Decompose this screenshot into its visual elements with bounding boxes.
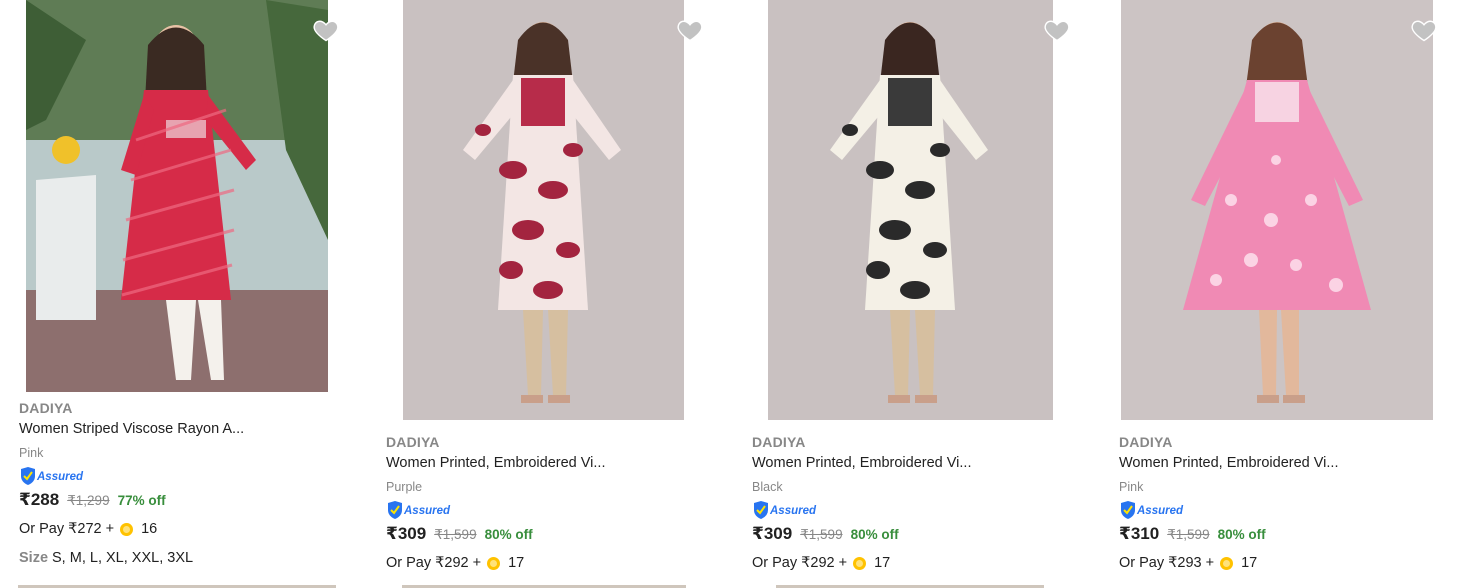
assured-shield-icon: Assured <box>21 467 84 485</box>
assured-label: Assured <box>1136 505 1184 517</box>
product-title[interactable]: Women Printed, Embroidered Vi... <box>386 452 722 474</box>
assured-label: Assured <box>769 505 817 517</box>
supercoin-icon <box>1220 556 1234 570</box>
wishlist-heart-icon[interactable] <box>1043 16 1071 44</box>
mrp-price: ₹1,299 <box>67 493 110 508</box>
assured-shield-icon: Assured <box>1121 501 1184 519</box>
selling-price: ₹288 <box>19 490 60 509</box>
product-title[interactable]: Women Printed, Embroidered Vi... <box>752 452 1088 474</box>
price-row: ₹309 ₹1,599 80% off <box>752 524 1088 548</box>
coin-count: 17 <box>1241 555 1258 571</box>
price-row: ₹288 ₹1,299 77% off <box>19 490 356 514</box>
brand-name: DADIYA <box>1119 434 1173 450</box>
brand-name: DADIYA <box>19 400 73 416</box>
product-grid: DADIYA Women Striped Viscose Rayon A... … <box>0 0 1463 588</box>
selling-price: ₹309 <box>752 524 793 543</box>
product-color: Black <box>752 480 783 494</box>
selling-price: ₹309 <box>386 524 427 543</box>
or-pay-text: Or Pay ₹272 + <box>19 521 115 537</box>
coin-count: 17 <box>508 555 525 571</box>
product-color: Purple <box>386 480 423 494</box>
assured-shield-icon: Assured <box>388 501 451 519</box>
brand-name: DADIYA <box>752 434 806 450</box>
product-card[interactable]: DADIYA Women Striped Viscose Rayon A... … <box>0 0 366 588</box>
assured-badge: Assured <box>752 500 1088 520</box>
selling-price: ₹310 <box>1119 524 1160 543</box>
supercoin-offer: Or Pay ₹292 + 17 <box>386 550 722 576</box>
product-color: Pink <box>1119 480 1144 494</box>
supercoin-icon <box>120 522 134 536</box>
product-photo <box>26 0 328 392</box>
product-info: DADIYA Women Printed, Embroidered Vi... … <box>1119 432 1453 576</box>
price-row: ₹309 ₹1,599 80% off <box>386 524 722 548</box>
product-image[interactable] <box>768 0 1053 420</box>
assured-shield-icon: Assured <box>754 501 817 519</box>
product-title[interactable]: Women Striped Viscose Rayon A... <box>19 418 356 440</box>
wishlist-heart-icon[interactable] <box>676 16 704 44</box>
product-image[interactable] <box>26 0 328 392</box>
product-photo <box>403 0 684 420</box>
assured-label: Assured <box>36 471 84 483</box>
wishlist-heart-icon[interactable] <box>312 16 340 44</box>
product-photo <box>1121 0 1433 420</box>
product-color: Pink <box>19 446 44 460</box>
coin-count: 16 <box>141 521 158 537</box>
wishlist-heart-icon[interactable] <box>1410 16 1438 44</box>
product-card[interactable]: DADIYA Women Printed, Embroidered Vi... … <box>366 0 732 588</box>
mrp-price: ₹1,599 <box>800 527 843 542</box>
product-info: DADIYA Women Striped Viscose Rayon A... … <box>19 398 356 569</box>
price-row: ₹310 ₹1,599 80% off <box>1119 524 1453 548</box>
assured-badge: Assured <box>1119 500 1453 520</box>
discount-percent: 80% off <box>1217 527 1266 542</box>
size-values: S, M, L, XL, XXL, 3XL <box>52 550 194 566</box>
product-image[interactable] <box>1121 0 1433 420</box>
product-image[interactable] <box>403 0 684 420</box>
product-info: DADIYA Women Printed, Embroidered Vi... … <box>386 432 722 576</box>
supercoin-offer: Or Pay ₹272 + 16 <box>19 516 356 542</box>
product-info: DADIYA Women Printed, Embroidered Vi... … <box>752 432 1088 576</box>
size-list: Size S, M, L, XL, XXL, 3XL <box>19 547 356 569</box>
assured-badge: Assured <box>19 466 356 486</box>
supercoin-icon <box>853 556 867 570</box>
product-photo <box>768 0 1053 420</box>
product-card[interactable]: DADIYA Women Printed, Embroidered Vi... … <box>1098 0 1463 588</box>
supercoin-offer: Or Pay ₹292 + 17 <box>752 550 1088 576</box>
supercoin-icon <box>487 556 501 570</box>
discount-percent: 77% off <box>117 493 166 508</box>
product-title[interactable]: Women Printed, Embroidered Vi... <box>1119 452 1453 474</box>
assured-label: Assured <box>403 505 451 517</box>
or-pay-text: Or Pay ₹293 + <box>1119 555 1215 571</box>
or-pay-text: Or Pay ₹292 + <box>752 555 848 571</box>
size-label: Size <box>19 550 49 566</box>
mrp-price: ₹1,599 <box>434 527 477 542</box>
supercoin-offer: Or Pay ₹293 + 17 <box>1119 550 1453 576</box>
or-pay-text: Or Pay ₹292 + <box>386 555 482 571</box>
assured-badge: Assured <box>386 500 722 520</box>
coin-count: 17 <box>874 555 891 571</box>
mrp-price: ₹1,599 <box>1167 527 1210 542</box>
discount-percent: 80% off <box>484 527 533 542</box>
discount-percent: 80% off <box>850 527 899 542</box>
product-card[interactable]: DADIYA Women Printed, Embroidered Vi... … <box>732 0 1098 588</box>
brand-name: DADIYA <box>386 434 440 450</box>
